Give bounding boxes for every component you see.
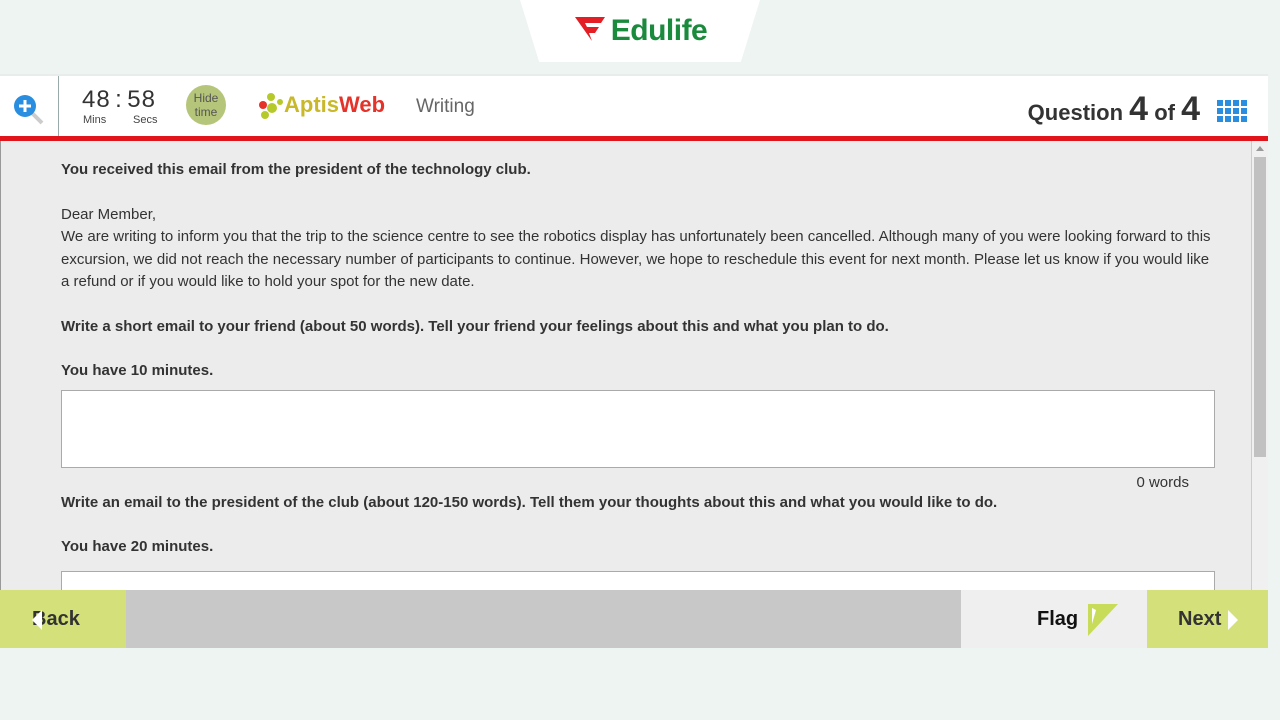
hide-time-button[interactable]: Hide time	[186, 85, 226, 125]
scrollbar[interactable]	[1251, 141, 1268, 590]
back-arrow-icon	[32, 610, 42, 630]
footer-nav: Back Flag Next	[0, 590, 1268, 648]
intro-text: You received this email from the preside…	[61, 161, 531, 178]
question-total: 4	[1181, 90, 1200, 128]
back-button[interactable]: Back	[0, 590, 126, 648]
hide-time-line1: Hide	[193, 91, 219, 105]
question-counter: Question 4 of 4	[1028, 90, 1200, 129]
question-current: 4	[1129, 90, 1149, 128]
flag-icon	[1088, 604, 1119, 636]
timer: 48 : 58 Mins Secs	[82, 86, 157, 126]
next-button[interactable]: Next	[1147, 590, 1268, 648]
task1-instructions: Write a short email to your friend (abou…	[61, 317, 889, 335]
scroll-up-arrow-icon[interactable]	[1256, 146, 1264, 151]
flag-button[interactable]: Flag	[961, 590, 1147, 648]
question-content: You received this email from the preside…	[0, 141, 1268, 590]
scrollbar-thumb[interactable]	[1254, 157, 1266, 457]
question-grid-icon[interactable]	[1217, 100, 1247, 122]
timer-minutes: 48	[82, 86, 111, 113]
email-greeting: Dear Member,	[61, 205, 157, 223]
timer-seconds: 58	[127, 86, 156, 113]
aptisweb-logo: Aptis Web	[258, 90, 385, 120]
word-count1: 0 words	[1136, 473, 1189, 491]
answer1-textarea[interactable]	[61, 389, 1215, 468]
section-title: Writing	[416, 96, 475, 117]
minutes-label: Mins	[83, 114, 107, 126]
next-arrow-icon	[1228, 610, 1238, 630]
zoom-in-icon[interactable]	[12, 93, 46, 127]
answer2-textarea[interactable]	[61, 570, 1215, 590]
next-label: Next	[1178, 607, 1222, 630]
seconds-label: Secs	[133, 114, 158, 126]
email-body: We are writing to inform you that the tr…	[61, 228, 1211, 290]
edulife-logo-text: Edulife	[610, 14, 708, 47]
question-label: Question	[1027, 100, 1124, 125]
test-header: 48 : 58 Mins Secs Hide time Aptis Web Wri…	[0, 74, 1268, 136]
flag-label: Flag	[1037, 607, 1079, 630]
question-of: of	[1154, 100, 1175, 125]
timer-separator: :	[115, 86, 123, 113]
aptis-logo-part1: Aptis	[284, 92, 339, 117]
footer-spacer	[126, 590, 961, 648]
task2-instructions: Write an email to the president of the c…	[61, 493, 998, 511]
edulife-logo: Edulife	[520, 0, 760, 62]
task1-time: You have 10 minutes.	[61, 362, 214, 379]
hide-time-line2: time	[194, 105, 218, 119]
edulife-logo-mark-icon	[574, 17, 605, 41]
header-divider	[58, 76, 59, 136]
aptis-dots-icon	[259, 93, 283, 119]
task2-time: You have 20 minutes.	[61, 538, 214, 555]
aptis-logo-part2: Web	[339, 92, 386, 117]
